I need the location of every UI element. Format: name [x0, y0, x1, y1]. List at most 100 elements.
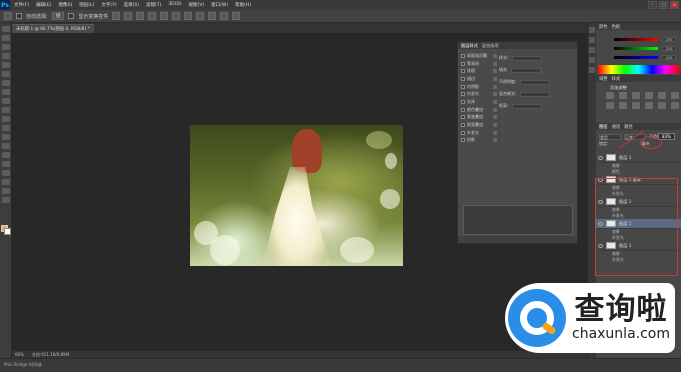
- color-balance-icon[interactable]: [606, 102, 614, 109]
- style-checkbox[interactable]: [461, 84, 465, 89]
- style-checkbox[interactable]: [461, 61, 465, 66]
- add-icon[interactable]: [493, 69, 497, 74]
- style-checkbox[interactable]: [461, 115, 465, 120]
- properties-icon[interactable]: [589, 37, 595, 43]
- info-icon[interactable]: [589, 47, 595, 53]
- healing-brush-tool-icon[interactable]: [2, 80, 10, 86]
- eye-icon[interactable]: [598, 155, 603, 160]
- red-value[interactable]: 255: [662, 37, 676, 42]
- menu-help[interactable]: 帮助(H): [235, 2, 251, 8]
- move-tool-icon[interactable]: [2, 26, 10, 32]
- channel-mixer-icon[interactable]: [645, 102, 653, 109]
- align-left-icon[interactable]: [148, 12, 157, 20]
- gradient-tool-icon[interactable]: [2, 125, 10, 131]
- brightness-icon[interactable]: [606, 92, 614, 99]
- maximize-button[interactable]: □: [659, 1, 668, 9]
- style-option[interactable]: 等高线: [461, 60, 497, 68]
- distribute-top-icon[interactable]: [184, 12, 193, 20]
- add-icon[interactable]: [493, 53, 497, 58]
- eraser-tool-icon[interactable]: [2, 116, 10, 122]
- photo-filter-icon[interactable]: [632, 102, 640, 109]
- tab-color[interactable]: 颜色: [599, 24, 608, 30]
- style-option[interactable]: 内发光: [461, 90, 497, 98]
- menu-filter[interactable]: 滤镜(T): [146, 2, 161, 8]
- red-slider[interactable]: [614, 38, 658, 41]
- quick-select-tool-icon[interactable]: [2, 53, 10, 59]
- tab-layer-style[interactable]: 图层样式: [461, 43, 478, 49]
- menu-layer[interactable]: 图层(L): [79, 2, 94, 8]
- blur-tool-icon[interactable]: [2, 134, 10, 140]
- style-checkbox[interactable]: [461, 123, 465, 128]
- add-icon[interactable]: [493, 138, 497, 143]
- layer-filter-dropdown[interactable]: 类型: [599, 133, 621, 140]
- pen-tool-icon[interactable]: [2, 152, 10, 158]
- tab-styles[interactable]: 样式: [612, 76, 621, 82]
- style-option[interactable]: 图案叠加: [461, 121, 497, 129]
- move-tool-icon[interactable]: [4, 12, 12, 20]
- blue-slider[interactable]: [614, 56, 658, 59]
- style-checkbox[interactable]: [461, 69, 465, 74]
- distribute-bottom-icon[interactable]: [208, 12, 217, 20]
- align-right-icon[interactable]: [172, 12, 181, 20]
- tab-adjustments[interactable]: 调整: [599, 76, 608, 82]
- history-icon[interactable]: [589, 27, 595, 33]
- eyedropper-tool-icon[interactable]: [2, 71, 10, 77]
- black-white-icon[interactable]: [619, 102, 627, 109]
- align-top-icon[interactable]: [112, 12, 121, 20]
- style-checkbox[interactable]: [461, 53, 465, 58]
- add-icon[interactable]: [493, 107, 497, 112]
- hand-tool-icon[interactable]: [2, 188, 10, 194]
- menu-type[interactable]: 文字(Y): [101, 2, 116, 8]
- zoom-level[interactable]: 66%: [15, 352, 24, 357]
- style-option[interactable]: 内阴影: [461, 83, 497, 91]
- style-checkbox[interactable]: [461, 99, 465, 104]
- prop-field[interactable]: [512, 103, 543, 109]
- auto-select-dropdown[interactable]: 组: [51, 12, 65, 20]
- history-brush-tool-icon[interactable]: [2, 107, 10, 113]
- style-option[interactable]: 描边: [461, 75, 497, 83]
- add-icon[interactable]: [493, 76, 497, 81]
- distribute-left-icon[interactable]: [220, 12, 229, 20]
- zoom-tool-icon[interactable]: [2, 197, 10, 203]
- color-lookup-icon[interactable]: [658, 102, 666, 109]
- vibrance-icon[interactable]: [658, 92, 666, 99]
- add-icon[interactable]: [493, 123, 497, 128]
- layer-row[interactable]: 图层 1: [596, 153, 681, 163]
- add-icon[interactable]: [493, 130, 497, 135]
- menu-image[interactable]: 图像(I): [58, 2, 72, 8]
- curves-icon[interactable]: [632, 92, 640, 99]
- green-slider[interactable]: [614, 47, 658, 50]
- menu-select[interactable]: 选择(S): [124, 2, 139, 8]
- style-option[interactable]: 投影: [461, 137, 497, 145]
- marquee-tool-icon[interactable]: [2, 35, 10, 41]
- green-value[interactable]: 255: [662, 46, 676, 51]
- menu-window[interactable]: 窗口(W): [211, 2, 228, 8]
- add-icon[interactable]: [493, 115, 497, 120]
- style-checkbox[interactable]: [461, 107, 465, 112]
- lasso-tool-icon[interactable]: [2, 44, 10, 50]
- menu-file[interactable]: 文件(F): [14, 2, 29, 8]
- path-select-tool-icon[interactable]: [2, 170, 10, 176]
- add-icon[interactable]: [493, 92, 497, 97]
- hue-saturation-icon[interactable]: [671, 92, 679, 99]
- tab-channels[interactable]: 通道: [612, 124, 621, 130]
- style-option[interactable]: 渐变叠加: [461, 114, 497, 122]
- align-center-icon[interactable]: [160, 12, 169, 20]
- style-checkbox[interactable]: [461, 138, 465, 143]
- timeline-label[interactable]: Mini Bridge 时间轴: [4, 362, 41, 367]
- style-option[interactable]: 外发光: [461, 129, 497, 137]
- background-color-swatch[interactable]: [4, 228, 11, 235]
- tab-paths[interactable]: 路径: [624, 124, 633, 130]
- document-tab[interactable]: 未标题-1 @ 66.7%(图层 0, RGB/8) *: [12, 24, 94, 33]
- levels-icon[interactable]: [619, 92, 627, 99]
- add-icon[interactable]: [493, 99, 497, 104]
- color-spectrum[interactable]: [598, 65, 679, 74]
- prop-field[interactable]: [511, 67, 541, 73]
- add-icon[interactable]: [493, 61, 497, 66]
- align-bottom-icon[interactable]: [136, 12, 145, 20]
- transform-controls-checkbox[interactable]: [68, 13, 75, 19]
- menu-view[interactable]: 视图(V): [189, 2, 205, 8]
- exposure-icon[interactable]: [645, 92, 653, 99]
- style-option[interactable]: 纹理: [461, 67, 497, 75]
- style-option[interactable]: 颜色叠加: [461, 106, 497, 114]
